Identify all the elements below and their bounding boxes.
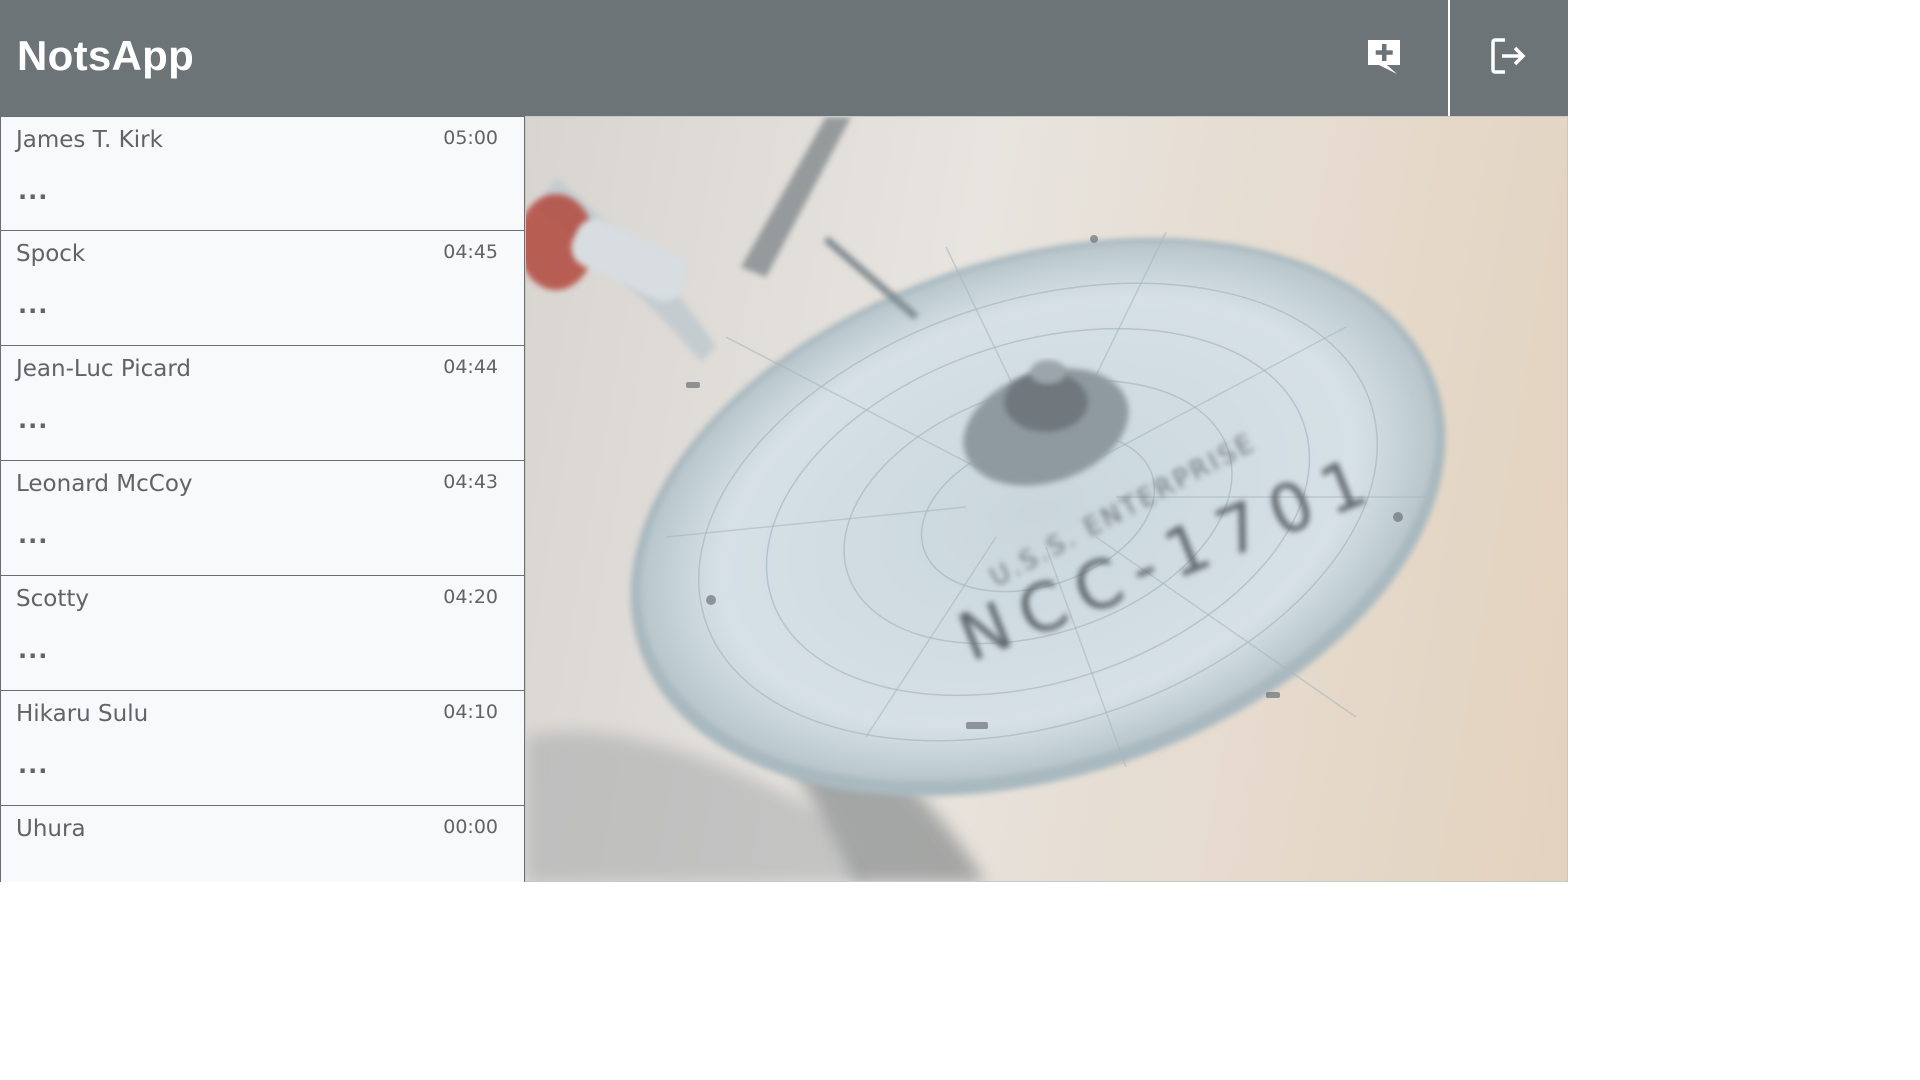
contact-name: Leonard McCoy: [16, 471, 193, 497]
message-time: 05:00: [443, 127, 498, 149]
app-window: NotsApp James T. Kirk 05:00... Spock 04:…: [0, 0, 1568, 882]
chat-list: James T. Kirk 05:00... Spock 04:45... Jean-L…: [0, 116, 525, 882]
message-time: 04:45: [443, 241, 498, 263]
logout-icon: [1489, 36, 1529, 80]
message-plus-icon: [1365, 37, 1403, 79]
contact-name: James T. Kirk: [16, 127, 163, 153]
chat-list-item[interactable]: Jean-Luc Picard 04:44...: [0, 346, 524, 461]
chat-list-item[interactable]: Spock 04:45...: [0, 231, 524, 346]
message-preview: ...: [18, 521, 49, 549]
message-time: 04:43: [443, 471, 498, 493]
contact-name: Scotty: [16, 586, 89, 612]
contact-name: Uhura: [16, 816, 86, 842]
message-time: 00:00: [443, 816, 498, 838]
enterprise-illustration: U.S.S. ENTERPRISE NCC-1701: [526, 117, 1446, 881]
message-time: 04:10: [443, 701, 498, 723]
contact-name: Spock: [16, 241, 86, 267]
message-preview: ...: [18, 866, 49, 882]
message-preview: ...: [18, 406, 49, 434]
message-preview: ...: [18, 291, 49, 319]
contact-name: Hikaru Sulu: [16, 701, 149, 727]
message-preview: ...: [18, 751, 49, 779]
app-title: NotsApp: [17, 32, 195, 79]
chat-list-item[interactable]: Scotty 04:20...: [0, 576, 524, 691]
message-preview: ...: [18, 177, 49, 205]
chat-list-item[interactable]: Uhura 00:00...: [0, 806, 524, 882]
new-chat-button[interactable]: [1320, 0, 1448, 116]
message-preview: ...: [18, 636, 49, 664]
message-time: 04:20: [443, 586, 498, 608]
contact-name: Jean-Luc Picard: [16, 356, 191, 382]
background-image: U.S.S. ENTERPRISE NCC-1701: [525, 116, 1568, 882]
logout-button[interactable]: [1450, 0, 1568, 116]
chat-list-item[interactable]: Hikaru Sulu 04:10...: [0, 691, 524, 806]
app-header: NotsApp: [0, 0, 1568, 116]
message-time: 04:44: [443, 356, 498, 378]
chat-list-item[interactable]: James T. Kirk 05:00...: [0, 116, 524, 231]
chat-list-item[interactable]: Leonard McCoy 04:43...: [0, 461, 524, 576]
